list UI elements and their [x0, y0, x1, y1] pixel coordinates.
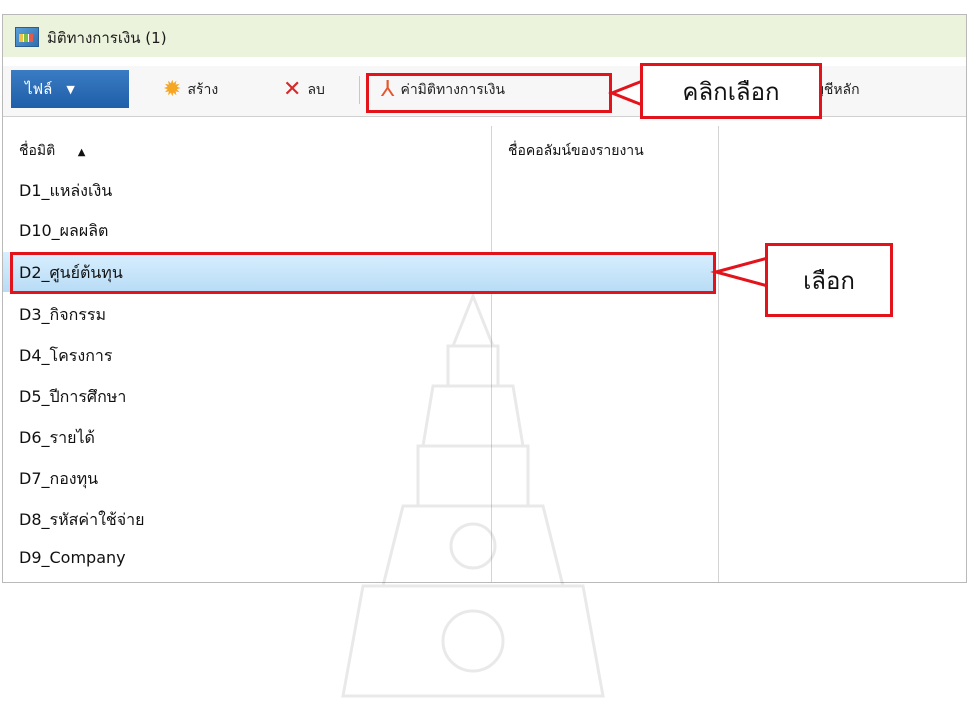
file-menu-button[interactable]: ไฟล์ ▼ [11, 70, 129, 108]
new-label: สร้าง [187, 82, 219, 98]
top-cropped-text [0, 0, 969, 10]
dimensions-grid: ชื่อมิติ ▲ ชื่อคอลัมน์ของรายงาน D1_แหล่ง… [3, 126, 966, 698]
column-header-label: ชื่อมิติ [19, 143, 56, 159]
list-item[interactable]: D7_กองทุน [3, 458, 715, 498]
new-button[interactable]: ✹ สร้าง [163, 76, 218, 104]
dimension-name: D3_กิจกรรม [19, 305, 106, 324]
dimension-name: D10_ผลผลิต [19, 221, 109, 240]
list-item[interactable]: D9_Company [3, 539, 715, 579]
highlight-selected-row [10, 252, 716, 294]
dimension-name: D4_โครงการ [19, 346, 113, 365]
list-item[interactable]: D10_ผลผลิต [3, 210, 715, 250]
financial-dimensions-icon [15, 27, 39, 47]
sort-ascending-icon: ▲ [77, 147, 86, 158]
list-item[interactable]: D3_กิจกรรม [3, 294, 715, 334]
file-menu-label: ไฟล์ [25, 80, 53, 98]
dimension-name: D8_รหัสค่าใช้จ่าย [19, 510, 145, 529]
delete-icon: ✕ [283, 77, 302, 102]
dimension-name: D5_ปีการศึกษา [19, 387, 127, 406]
toolbar-separator [359, 76, 360, 104]
list-item[interactable]: D8_รหัสค่าใช้จ่าย [3, 499, 715, 539]
column-header-dimension-name[interactable]: ชื่อมิติ ▲ [19, 140, 85, 162]
list-item[interactable]: D1_แหล่งเงิน [3, 170, 715, 210]
annotation-click-select: คลิกเลือก [640, 63, 822, 119]
dimension-name: D6_รายได้ [19, 428, 95, 447]
annotation-select: เลือก [765, 243, 893, 317]
list-item[interactable]: D6_รายได้ [3, 417, 715, 457]
dimension-name: D7_กองทุน [19, 469, 99, 488]
delete-button[interactable]: ✕ ลบ [283, 76, 325, 104]
annotation-text: คลิกเลือก [682, 77, 780, 106]
dimension-name: D9_Company [19, 548, 126, 567]
annotation-text: เลือก [803, 266, 855, 295]
chevron-down-icon: ▼ [66, 82, 75, 96]
new-icon: ✹ [163, 77, 182, 102]
list-item[interactable]: D4_โครงการ [3, 335, 715, 375]
title-bar: มิติทางการเงิน (1) [3, 15, 966, 57]
column-header-report-column-name[interactable]: ชื่อคอลัมน์ของรายงาน [508, 140, 644, 162]
dimension-name: D1_แหล่งเงิน [19, 181, 113, 200]
list-item[interactable]: D5_ปีการศึกษา [3, 376, 715, 416]
delete-label: ลบ [307, 82, 325, 98]
window-title: มิติทางการเงิน (1) [47, 29, 167, 47]
highlight-dimension-values-button [366, 73, 612, 113]
